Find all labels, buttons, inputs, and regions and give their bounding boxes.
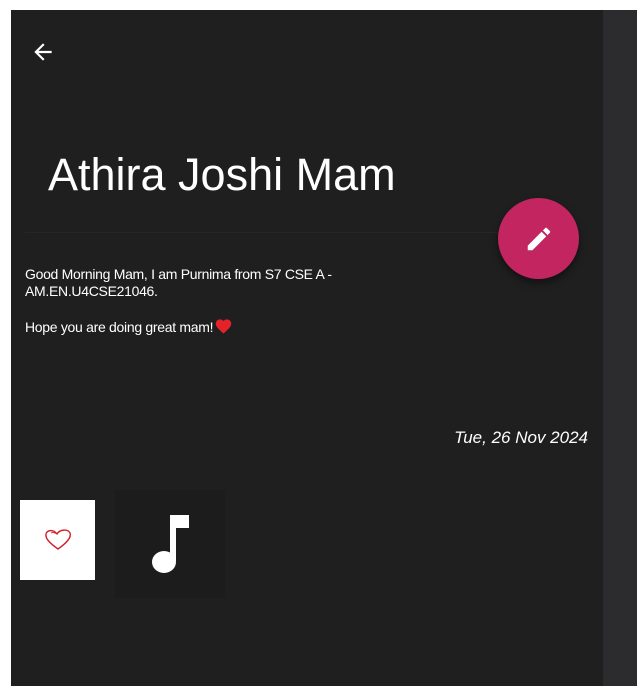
red-heart-emoji-icon bbox=[215, 319, 232, 334]
note-title: Athira Joshi Mam bbox=[48, 149, 396, 200]
body-line-2: Hope you are doing great mam! bbox=[25, 319, 214, 335]
audio-attachment[interactable] bbox=[115, 490, 225, 598]
body-line-2-wrapper: Hope you are doing great mam! bbox=[25, 317, 445, 336]
arrow-left-icon bbox=[34, 43, 52, 61]
back-button[interactable] bbox=[25, 34, 61, 70]
heart-drawing-icon bbox=[44, 529, 71, 550]
title-divider bbox=[25, 232, 510, 233]
screenshot-frame: Athira Joshi Mam Good Morning Mam, I am … bbox=[0, 0, 641, 686]
attachments-row bbox=[20, 490, 225, 600]
pencil-icon bbox=[527, 227, 550, 250]
body-line-1: Good Morning Mam, I am Purnima from S7 C… bbox=[25, 266, 332, 299]
side-panel-strip bbox=[603, 10, 637, 686]
image-attachment[interactable] bbox=[20, 500, 95, 580]
note-body: Good Morning Mam, I am Purnima from S7 C… bbox=[25, 266, 445, 353]
note-date: Tue, 26 Nov 2024 bbox=[454, 428, 588, 447]
edit-button[interactable] bbox=[498, 198, 579, 279]
note-detail-screen: Athira Joshi Mam Good Morning Mam, I am … bbox=[15, 10, 603, 686]
music-note-icon bbox=[152, 515, 189, 573]
